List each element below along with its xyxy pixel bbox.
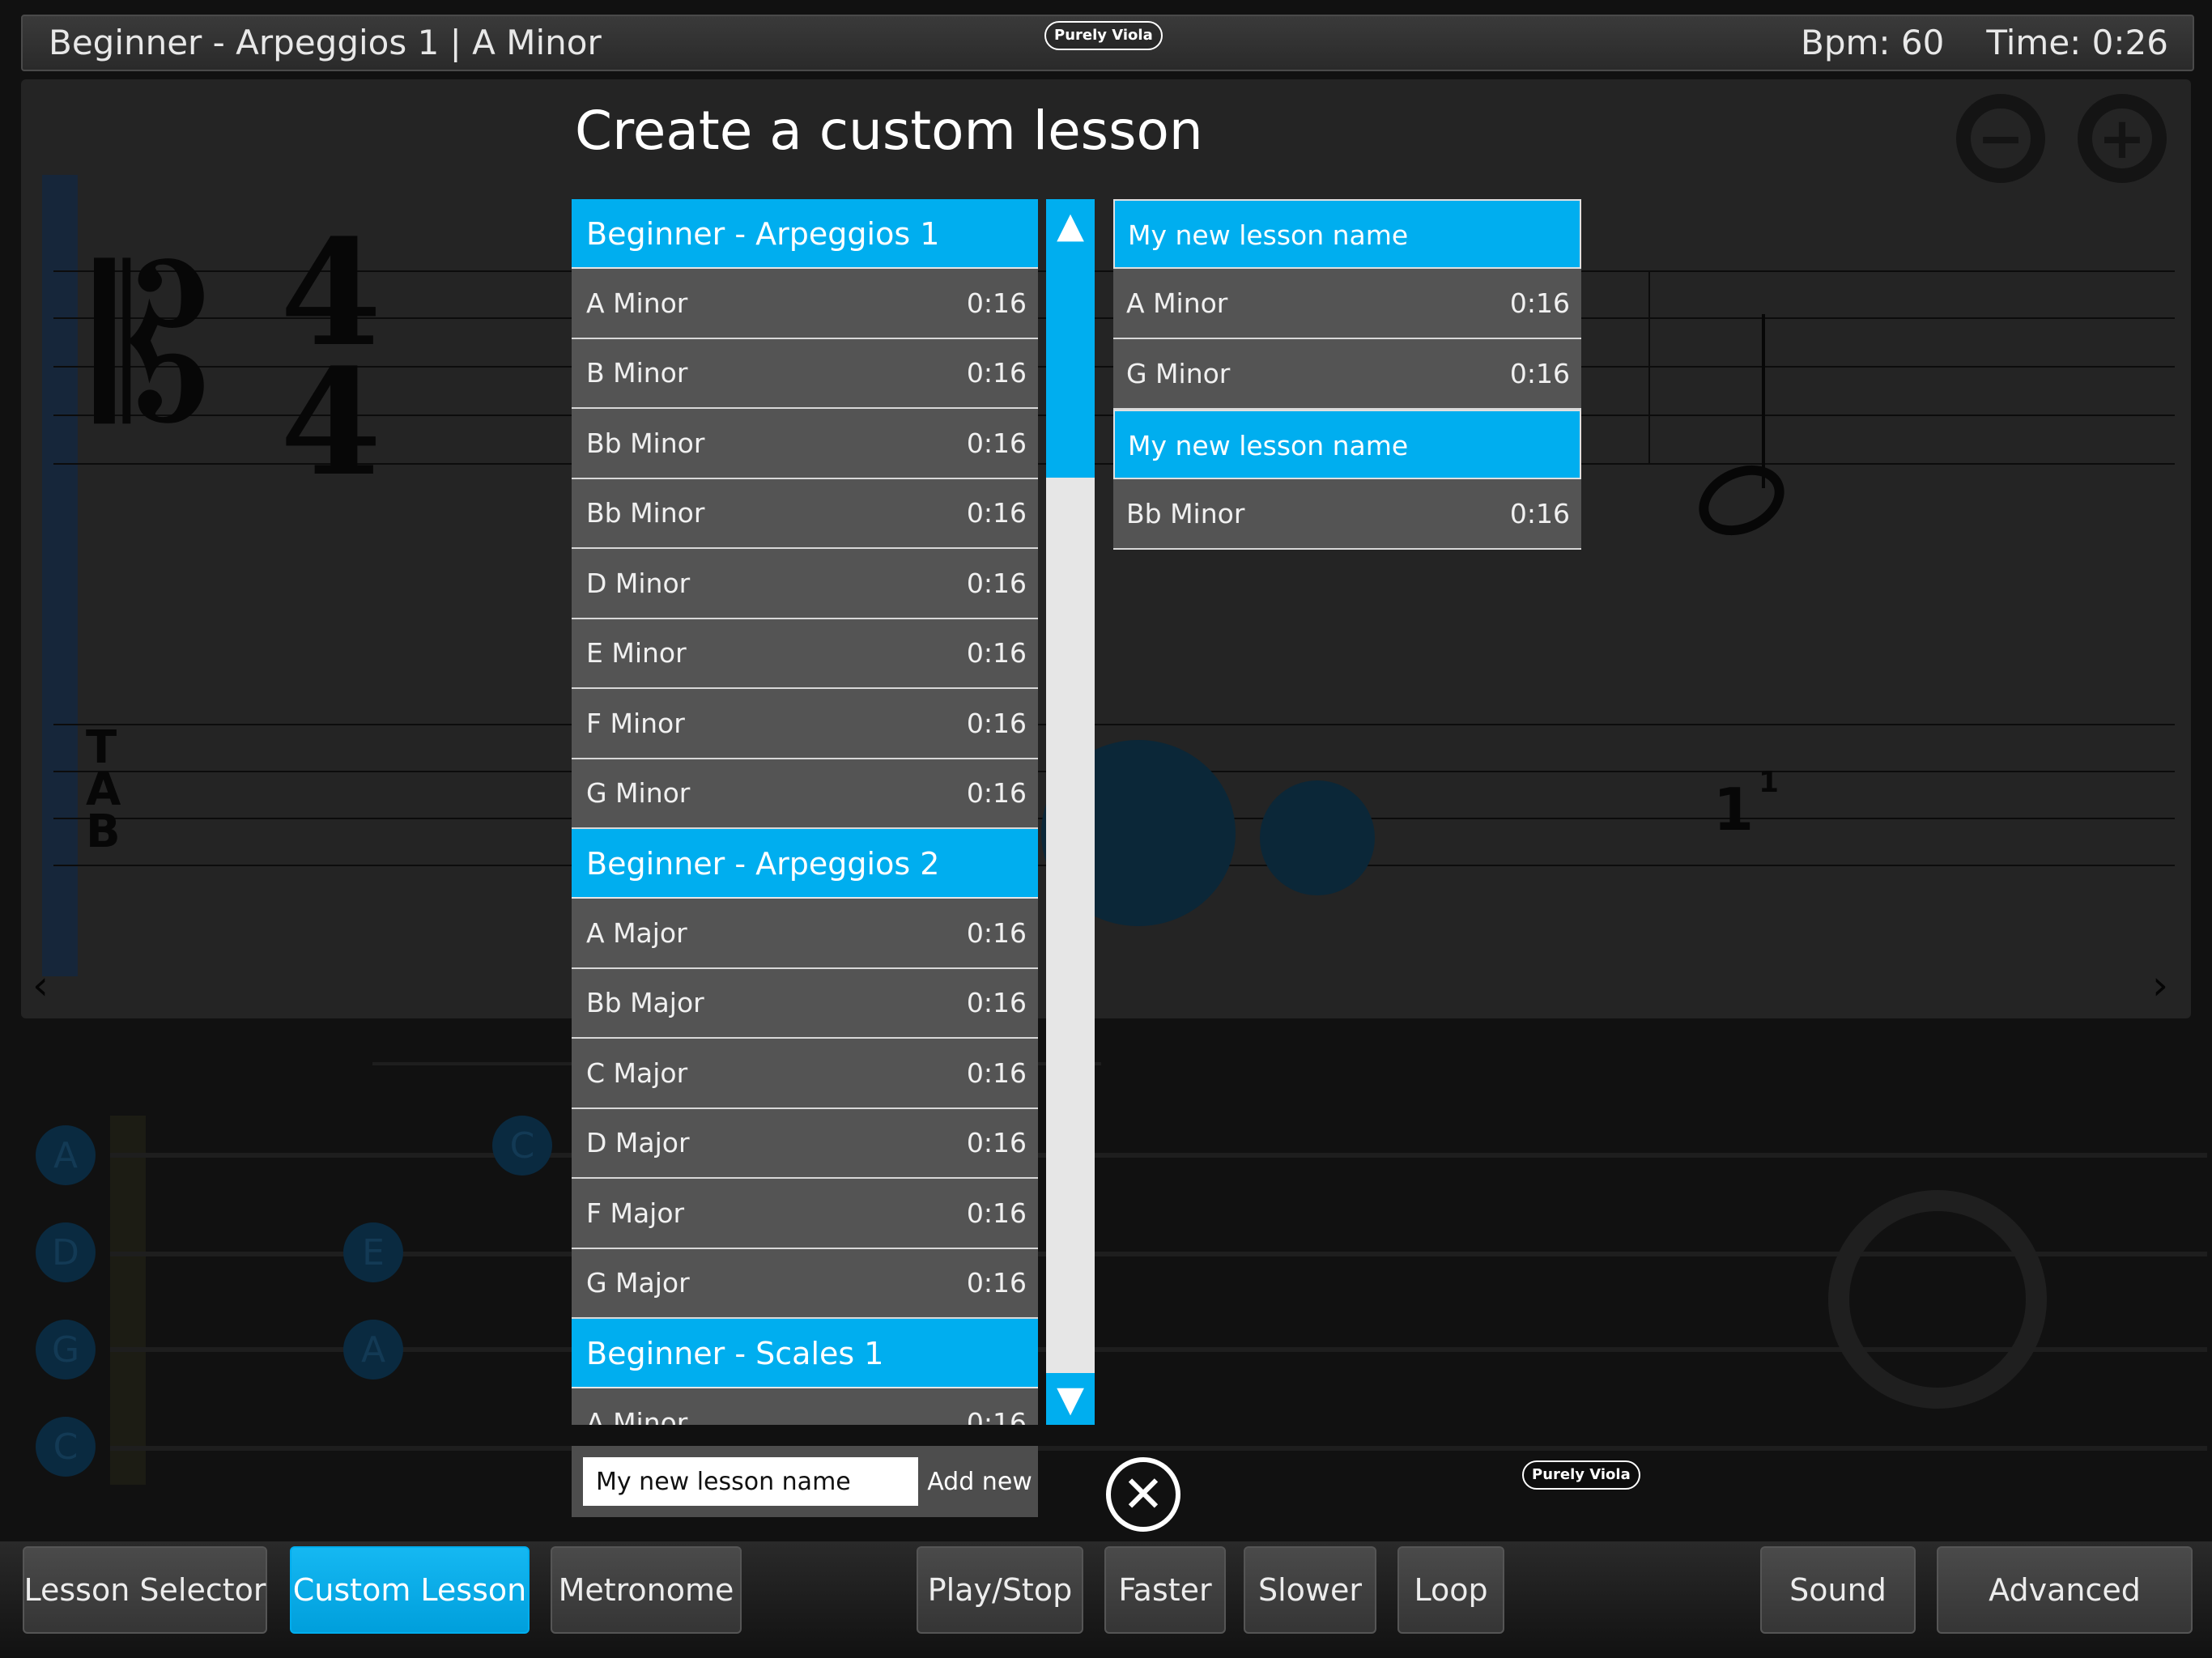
tab-line bbox=[53, 724, 2175, 725]
faster-button[interactable]: Faster bbox=[1104, 1546, 1226, 1634]
custom-lesson-header[interactable]: My new lesson name bbox=[1113, 410, 1581, 479]
sheet-music-area: 𝄡 44 TAB 1 1 − + ‹ › bbox=[21, 79, 2191, 1018]
tab-fret-number: 1 bbox=[1713, 776, 1755, 844]
purely-viola-logo: Purely Viola bbox=[1044, 21, 1163, 50]
close-modal-icon[interactable]: ✕ bbox=[1106, 1457, 1180, 1532]
tab-label: TAB bbox=[86, 721, 121, 858]
custom-lesson-item[interactable]: Bb Minor 0:16 bbox=[1113, 479, 1581, 550]
lesson-selector-button[interactable]: Lesson Selector bbox=[23, 1546, 267, 1634]
scroll-down-arrow-icon[interactable]: ▼ bbox=[1046, 1373, 1095, 1425]
string-line bbox=[110, 1153, 2207, 1158]
library-item[interactable]: Bb Minor 0:16 bbox=[572, 478, 1038, 549]
custom-lesson-item[interactable]: A Minor 0:16 bbox=[1113, 269, 1581, 339]
fret-note-e: E bbox=[343, 1222, 403, 1282]
library-scrollbar[interactable]: ▲ ▼ bbox=[1046, 199, 1095, 1425]
library-item[interactable]: G Major 0:16 bbox=[572, 1248, 1038, 1319]
custom-lesson-button[interactable]: Custom Lesson bbox=[290, 1546, 530, 1634]
library-item[interactable]: E Minor 0:16 bbox=[572, 619, 1038, 689]
zoom-out-icon[interactable]: − bbox=[1956, 94, 2045, 183]
alto-clef-icon: 𝄡 bbox=[94, 224, 212, 469]
metronome-button[interactable]: Metronome bbox=[551, 1546, 742, 1634]
note-stem bbox=[1762, 314, 1765, 488]
status-readout: Bpm: 60 Time: 0:26 bbox=[1801, 23, 2168, 63]
play-small-icon[interactable] bbox=[1260, 780, 1375, 895]
bpm-readout: Bpm: 60 bbox=[1801, 23, 1945, 62]
library-item[interactable]: A Major 0:16 bbox=[572, 899, 1038, 969]
library-item[interactable]: A Minor 0:16 bbox=[572, 269, 1038, 339]
add-lesson-bar: Add new bbox=[572, 1446, 1038, 1517]
time-signature: 44 bbox=[280, 208, 382, 508]
library-group-header[interactable]: Beginner - Scales 1 bbox=[572, 1319, 1038, 1388]
lesson-library-list[interactable]: Beginner - Arpeggios 1 A Minor 0:16 B Min… bbox=[572, 199, 1038, 1425]
add-new-button[interactable]: Add new bbox=[925, 1457, 1035, 1506]
playhead-bar bbox=[42, 175, 78, 976]
modal-title: Create a custom lesson bbox=[575, 100, 1203, 162]
time-readout: Time: 0:26 bbox=[1986, 23, 2168, 62]
library-item[interactable]: D Minor 0:16 bbox=[572, 549, 1038, 619]
purely-viola-logo: Purely Viola bbox=[1522, 1460, 1640, 1490]
library-item[interactable]: F Major 0:16 bbox=[572, 1179, 1038, 1249]
lesson-title: Beginner - Arpeggios 1 | A Minor bbox=[49, 23, 602, 62]
library-group-header[interactable]: Beginner - Arpeggios 1 bbox=[572, 199, 1038, 269]
library-item[interactable]: Bb Major 0:16 bbox=[572, 968, 1038, 1039]
string-note-a: A bbox=[36, 1125, 96, 1185]
custom-lesson-list[interactable]: My new lesson name A Minor 0:16 G Minor 0:… bbox=[1113, 199, 1581, 550]
library-item[interactable]: F Minor 0:16 bbox=[572, 689, 1038, 759]
advanced-button[interactable]: Advanced bbox=[1937, 1546, 2193, 1634]
next-page-icon[interactable]: › bbox=[2152, 962, 2168, 1009]
library-item[interactable]: G Minor 0:16 bbox=[572, 759, 1038, 829]
library-item[interactable]: Bb Minor 0:16 bbox=[572, 409, 1038, 479]
library-item[interactable]: C Major 0:16 bbox=[572, 1039, 1038, 1109]
fretboard-nut bbox=[110, 1116, 146, 1485]
custom-lesson-item[interactable]: G Minor 0:16 bbox=[1113, 339, 1581, 410]
prev-page-icon[interactable]: ‹ bbox=[32, 962, 49, 1009]
library-item[interactable]: A Minor 0:16 bbox=[572, 1388, 1038, 1425]
library-item[interactable]: D Major 0:16 bbox=[572, 1108, 1038, 1179]
string-line bbox=[110, 1446, 2207, 1451]
string-note-g: G bbox=[36, 1320, 96, 1380]
sound-button[interactable]: Sound bbox=[1760, 1546, 1916, 1634]
fret-note-c: C bbox=[492, 1116, 552, 1175]
tab-finger-number: 1 bbox=[1759, 766, 1780, 799]
note-head-icon bbox=[1687, 452, 1796, 549]
loop-button[interactable]: Loop bbox=[1397, 1546, 1504, 1634]
fret-note-a: A bbox=[343, 1320, 403, 1380]
library-item[interactable]: B Minor 0:16 bbox=[572, 338, 1038, 409]
replay-icon[interactable] bbox=[1828, 1190, 2047, 1409]
play-stop-button[interactable]: Play/Stop bbox=[917, 1546, 1083, 1634]
top-status-bar: Beginner - Arpeggios 1 | A Minor Purely … bbox=[21, 15, 2194, 71]
scroll-up-arrow-icon[interactable]: ▲ bbox=[1046, 199, 1095, 251]
zoom-in-icon[interactable]: + bbox=[2078, 94, 2167, 183]
custom-lesson-header[interactable]: My new lesson name bbox=[1113, 199, 1581, 269]
library-group-header[interactable]: Beginner - Arpeggios 2 bbox=[572, 829, 1038, 899]
string-note-d: D bbox=[36, 1222, 96, 1282]
bar-line bbox=[1648, 270, 1650, 465]
new-lesson-name-input[interactable] bbox=[583, 1457, 918, 1506]
string-note-c: C bbox=[36, 1417, 96, 1477]
slower-button[interactable]: Slower bbox=[1244, 1546, 1376, 1634]
